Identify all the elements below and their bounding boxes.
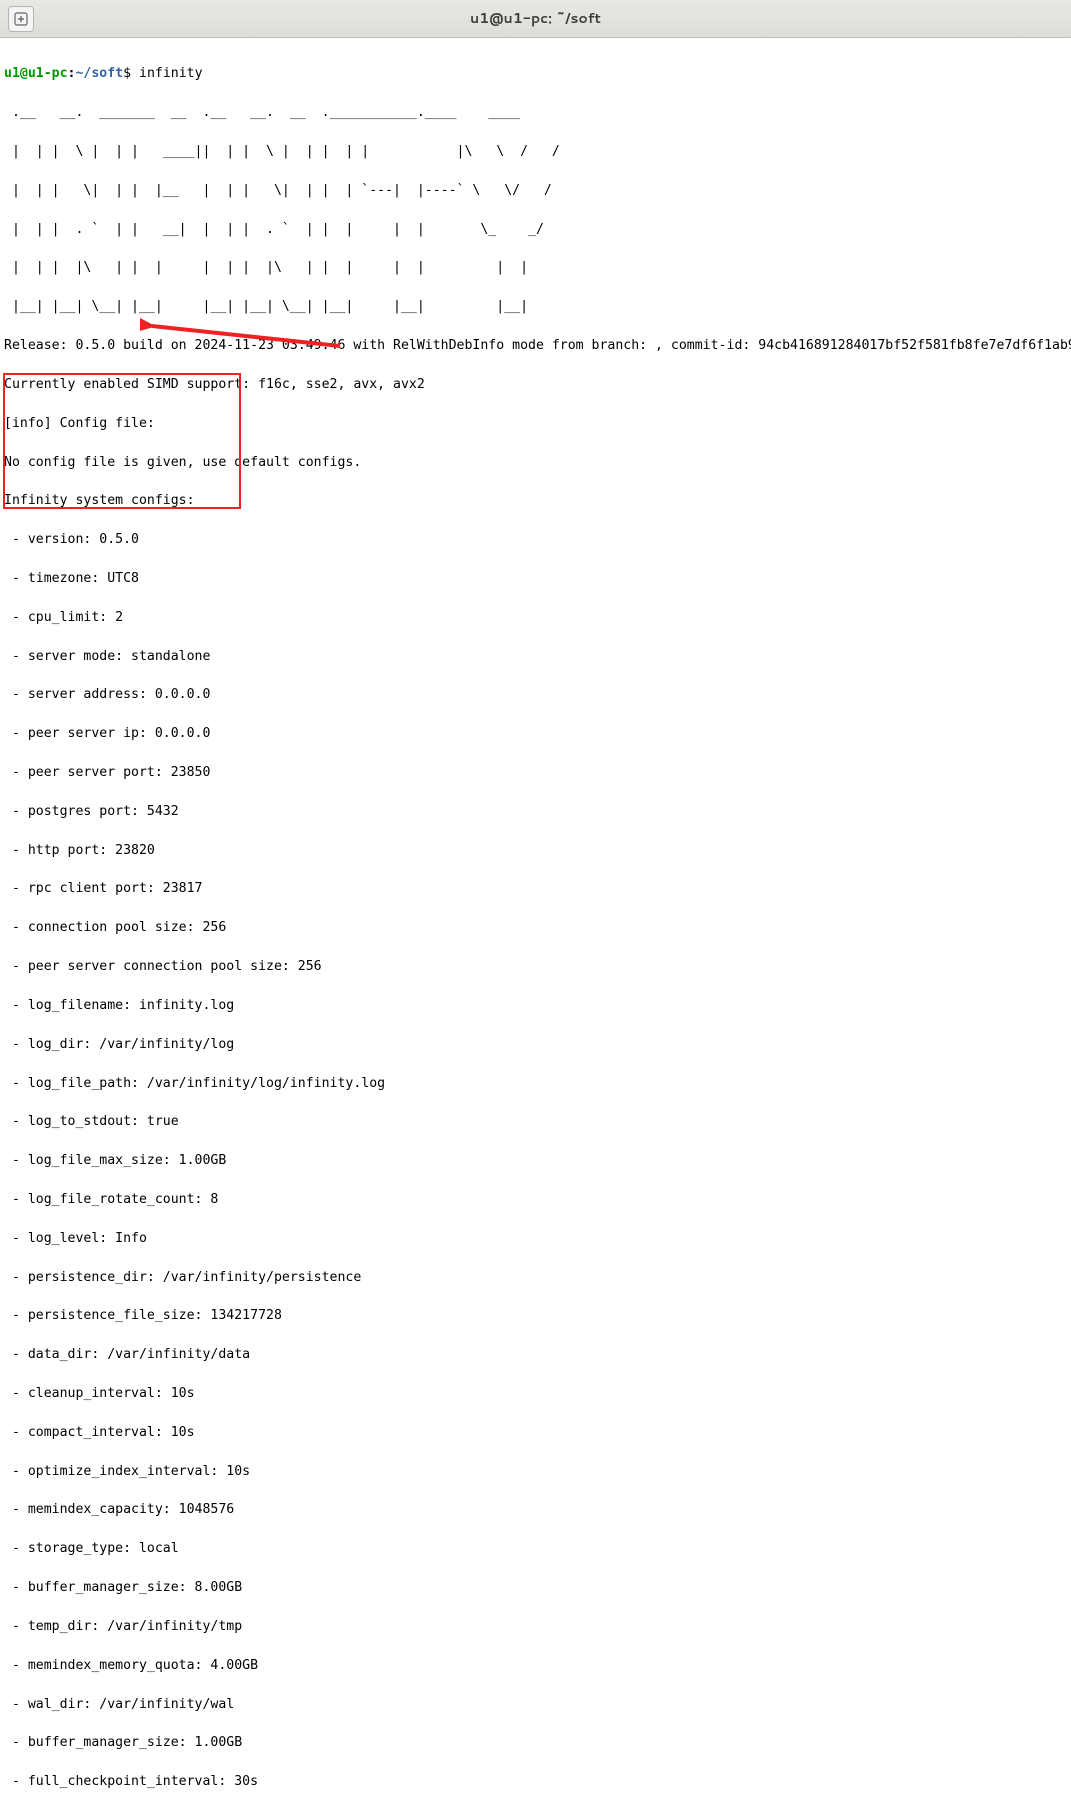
window-title: u1@u1-pc: ~/soft	[0, 8, 1071, 29]
config-line: - log_to_stdout: true	[4, 1112, 1071, 1131]
config-line: - persistence_dir: /var/infinity/persist…	[4, 1268, 1071, 1287]
config-line: - server address: 0.0.0.0	[4, 685, 1071, 704]
config-line: - memindex_memory_quota: 4.00GB	[4, 1656, 1071, 1675]
config-line: - peer server port: 23850	[4, 763, 1071, 782]
config-line: - timezone: UTC8	[4, 569, 1071, 588]
config-line: - wal_dir: /var/infinity/wal	[4, 1695, 1071, 1714]
new-tab-button[interactable]	[8, 6, 34, 32]
no-config-line: No config file is given, use default con…	[4, 453, 1071, 472]
config-line: - postgres port: 5432	[4, 802, 1071, 821]
config-line: - buffer_manager_size: 8.00GB	[4, 1578, 1071, 1597]
config-line: - log_dir: /var/infinity/log	[4, 1035, 1071, 1054]
info-config-line: [info] Config file:	[4, 414, 1071, 433]
config-line: - buffer_manager_size: 1.00GB	[4, 1733, 1071, 1752]
sys-configs-header: Infinity system configs:	[4, 491, 1071, 510]
config-line: - cpu_limit: 2	[4, 608, 1071, 627]
simd-line: Currently enabled SIMD support: f16c, ss…	[4, 375, 1071, 394]
ascii-art-line: | | | \| | | |__ | | | \| | | | `---| |-…	[4, 181, 1071, 200]
config-line: - memindex_capacity: 1048576	[4, 1500, 1071, 1519]
config-line: - log_file_path: /var/infinity/log/infin…	[4, 1074, 1071, 1093]
window-titlebar: u1@u1-pc: ~/soft	[0, 0, 1071, 38]
prompt-line: u1@u1-pc:~/soft$ infinity	[4, 64, 1071, 83]
config-line: - server mode: standalone	[4, 647, 1071, 666]
prompt-user: u1@u1-pc	[4, 66, 68, 81]
prompt-path: ~/soft	[75, 66, 123, 81]
ascii-art-line: |__| |__| \__| |__| |__| |__| \__| |__| …	[4, 297, 1071, 316]
config-line: - optimize_index_interval: 10s	[4, 1462, 1071, 1481]
release-line: Release: 0.5.0 build on 2024-11-23 03:49…	[4, 336, 1071, 355]
ascii-art-line: | | | \ | | | ____|| | | \ | | | | | |\ …	[4, 142, 1071, 161]
ascii-art-line: | | | |\ | | | | | | |\ | | | | | | |	[4, 258, 1071, 277]
config-line: - log_level: Info	[4, 1229, 1071, 1248]
config-line: - rpc client port: 23817	[4, 879, 1071, 898]
prompt-dollar: $	[123, 66, 131, 81]
terminal-output[interactable]: u1@u1-pc:~/soft$ infinity .__ __. ______…	[0, 38, 1071, 1811]
config-line: - http port: 23820	[4, 841, 1071, 860]
ascii-art-line: | | | . ` | | __| | | | . ` | | | | | \_…	[4, 220, 1071, 239]
config-line: - log_file_max_size: 1.00GB	[4, 1151, 1071, 1170]
command-text: infinity	[139, 66, 203, 81]
ascii-art-line: .__ __. _______ __ .__ __. __ ._________…	[4, 103, 1071, 122]
config-line: - version: 0.5.0	[4, 530, 1071, 549]
config-line: - full_checkpoint_interval: 30s	[4, 1772, 1071, 1791]
config-line: - cleanup_interval: 10s	[4, 1384, 1071, 1403]
config-line: - peer server connection pool size: 256	[4, 957, 1071, 976]
config-line: - storage_type: local	[4, 1539, 1071, 1558]
config-line: - log_filename: infinity.log	[4, 996, 1071, 1015]
config-line: - connection pool size: 256	[4, 918, 1071, 937]
new-tab-icon	[14, 12, 28, 26]
config-line: - temp_dir: /var/infinity/tmp	[4, 1617, 1071, 1636]
config-line: - log_file_rotate_count: 8	[4, 1190, 1071, 1209]
config-line: - data_dir: /var/infinity/data	[4, 1345, 1071, 1364]
config-line: - persistence_file_size: 134217728	[4, 1306, 1071, 1325]
config-line: - peer server ip: 0.0.0.0	[4, 724, 1071, 743]
config-line: - compact_interval: 10s	[4, 1423, 1071, 1442]
